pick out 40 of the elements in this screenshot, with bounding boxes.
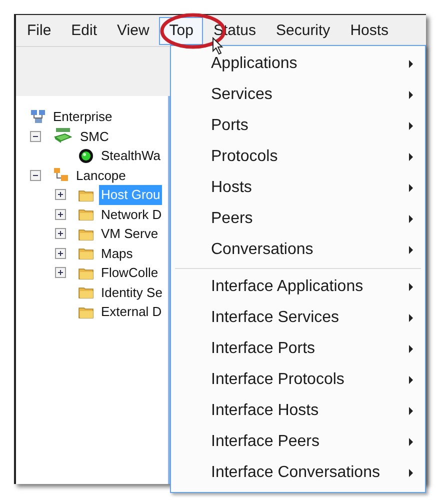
tree-item[interactable]: Network D: [99, 204, 164, 224]
dropdown-item[interactable]: Ports: [171, 110, 425, 141]
menu-item[interactable]: Hosts: [340, 16, 399, 44]
dropdown-item[interactable]: Peers: [171, 203, 425, 234]
server-icon: [53, 128, 73, 144]
tree-item[interactable]: External D: [99, 302, 164, 322]
menu-item[interactable]: Security: [266, 16, 340, 44]
dropdown-item[interactable]: Services: [171, 79, 425, 110]
expand-icon[interactable]: [55, 189, 66, 200]
menu-item[interactable]: View: [107, 16, 160, 44]
dropdown-item[interactable]: Conversations: [171, 234, 425, 265]
tree-item[interactable]: SMC: [78, 126, 111, 146]
tree-item[interactable]: Maps: [99, 244, 135, 263]
tree-item[interactable]: VM Serve: [99, 224, 160, 244]
network-icon: [53, 167, 69, 184]
dropdown-item[interactable]: Interface Conversations: [171, 457, 425, 488]
tree-item[interactable]: StealthWa: [99, 146, 162, 166]
dropdown-item[interactable]: Interface Applications: [171, 271, 425, 302]
collapse-icon[interactable]: [30, 130, 41, 142]
menu-item[interactable]: File: [17, 16, 62, 44]
dropdown-item[interactable]: Applications: [171, 48, 425, 79]
status-ball-icon: [78, 148, 94, 164]
expand-icon[interactable]: [55, 248, 66, 259]
dropdown-item[interactable]: Hosts: [171, 172, 425, 203]
dropdown-item[interactable]: Interface Ports: [171, 333, 425, 364]
dropdown-item[interactable]: Interface Peers: [171, 426, 425, 457]
tree-item[interactable]: Identity Se: [99, 282, 164, 302]
expand-icon[interactable]: [55, 228, 66, 240]
dropdown-item[interactable]: Interface Hosts: [171, 395, 425, 426]
tree-item[interactable]: Enterprise: [51, 107, 114, 126]
menu-item[interactable]: Edit: [61, 16, 108, 44]
expand-icon[interactable]: [55, 208, 66, 220]
tree-item[interactable]: Lancope: [74, 166, 128, 185]
collapse-icon[interactable]: [30, 170, 41, 181]
dropdown-item[interactable]: Interface Services: [171, 302, 425, 333]
expand-icon[interactable]: [55, 267, 66, 278]
tree-item[interactable]: FlowColle: [99, 263, 160, 282]
network-icon: [30, 108, 46, 125]
dropdown-item[interactable]: Interface Protocols: [171, 364, 425, 395]
dropdown-item[interactable]: Protocols: [171, 141, 425, 172]
